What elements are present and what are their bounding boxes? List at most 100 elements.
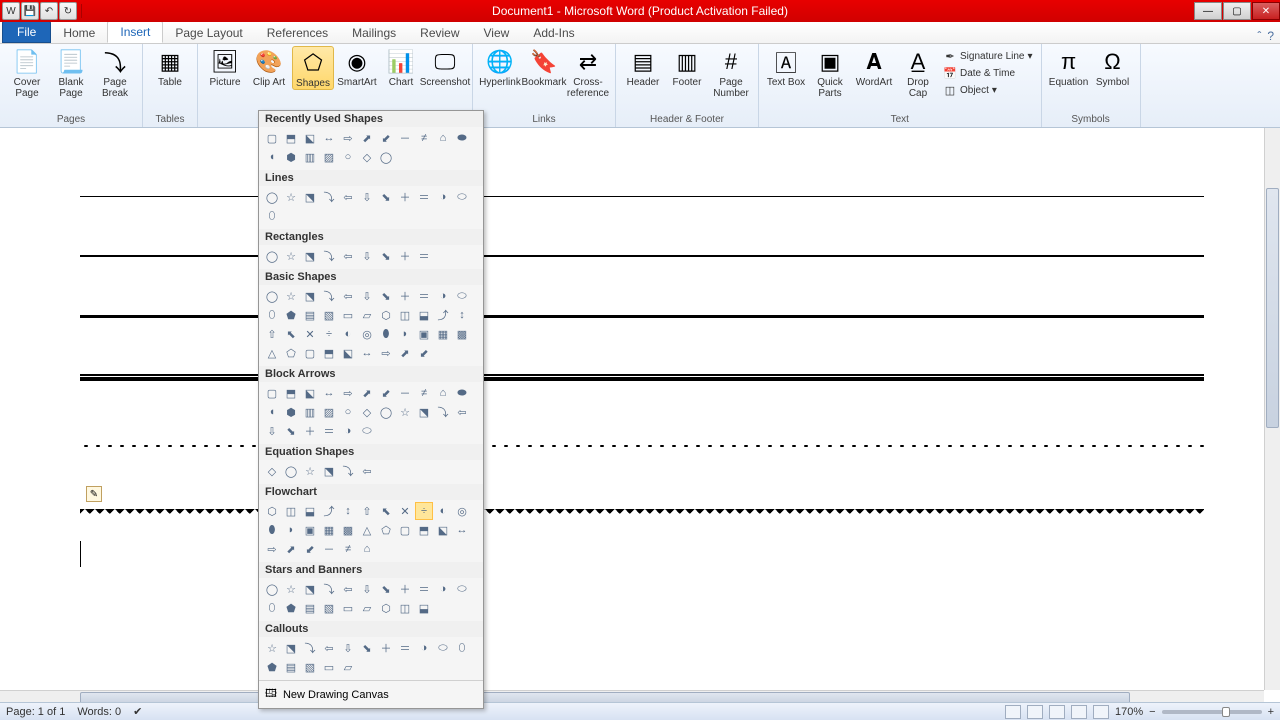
shape-item[interactable]: ＝ <box>415 247 433 265</box>
shape-item[interactable]: △ <box>263 344 281 362</box>
shape-item[interactable]: ☆ <box>282 247 300 265</box>
shape-item[interactable]: ⬟ <box>282 599 300 617</box>
close-button[interactable]: ✕ <box>1252 2 1280 20</box>
shape-item[interactable]: ≠ <box>339 540 357 558</box>
shape-item[interactable]: ◯ <box>377 148 395 166</box>
shape-item[interactable]: ▤ <box>301 306 319 324</box>
picture-button[interactable]: 🖼Picture <box>204 46 246 88</box>
tab-view[interactable]: View <box>472 23 522 43</box>
shape-item[interactable]: ◫ <box>396 306 414 324</box>
shape-item[interactable]: ⬔ <box>282 639 300 657</box>
shape-item[interactable]: － <box>396 384 414 402</box>
view-outline[interactable] <box>1071 705 1087 719</box>
blank-page-button[interactable]: 📃Blank Page <box>50 46 92 99</box>
shape-item[interactable]: ◇ <box>263 462 281 480</box>
shape-item[interactable]: ▦ <box>320 521 338 539</box>
shape-item[interactable]: ↔ <box>320 129 338 147</box>
shape-item[interactable]: ⬢ <box>282 403 300 421</box>
shape-item[interactable]: ⬕ <box>339 344 357 362</box>
shape-item[interactable]: ⬮ <box>263 521 281 539</box>
view-web-layout[interactable] <box>1049 705 1065 719</box>
shape-item[interactable]: ⇩ <box>263 422 281 440</box>
minimize-ribbon-icon[interactable]: ˆ <box>1257 29 1261 43</box>
shape-item[interactable]: ÷ <box>415 502 433 520</box>
shape-item[interactable]: ⬋ <box>377 384 395 402</box>
view-draft[interactable] <box>1093 705 1109 719</box>
shape-item[interactable]: ☆ <box>263 639 281 657</box>
shape-item[interactable]: ⬯ <box>263 306 281 324</box>
shape-item[interactable]: ⬯ <box>453 639 471 657</box>
shape-item[interactable]: ⤵ <box>320 188 338 206</box>
shape-item[interactable]: ▱ <box>358 306 376 324</box>
shape-item[interactable]: ⬋ <box>415 344 433 362</box>
shape-item[interactable]: ◇ <box>358 148 376 166</box>
shape-item[interactable]: ▥ <box>301 148 319 166</box>
shape-item[interactable]: ⬊ <box>377 247 395 265</box>
shape-item[interactable]: ▭ <box>320 658 338 676</box>
shape-item[interactable]: ◑ <box>434 580 452 598</box>
shape-item[interactable]: ⬬ <box>453 384 471 402</box>
shape-item[interactable]: ⬉ <box>282 325 300 343</box>
header-button[interactable]: ▤Header <box>622 46 664 88</box>
shape-item[interactable]: ↕ <box>339 502 357 520</box>
shape-item[interactable]: ▤ <box>301 599 319 617</box>
shape-item[interactable]: ⬈ <box>358 129 376 147</box>
shape-item[interactable]: ▭ <box>339 599 357 617</box>
text-box-button[interactable]: 🄰Text Box <box>765 46 807 88</box>
proofing-icon[interactable]: ✔ <box>133 705 142 718</box>
smartart-button[interactable]: ◉SmartArt <box>336 46 378 88</box>
screenshot-button[interactable]: 🖵Screenshot <box>424 46 466 88</box>
table-button[interactable]: ▦Table <box>149 46 191 88</box>
shape-item[interactable]: ⬒ <box>282 129 300 147</box>
shape-item[interactable]: ◇ <box>358 403 376 421</box>
tab-mailings[interactable]: Mailings <box>340 23 408 43</box>
drop-cap-button[interactable]: A̲Drop Cap <box>897 46 939 99</box>
shape-item[interactable]: ↔ <box>453 521 471 539</box>
shape-item[interactable]: ◫ <box>396 599 414 617</box>
minimize-button[interactable]: — <box>1194 2 1222 20</box>
shapes-button[interactable]: ⬠Shapes <box>292 46 334 90</box>
shape-item[interactable]: ☆ <box>282 580 300 598</box>
shape-item[interactable]: ⬉ <box>377 502 395 520</box>
shape-item[interactable]: ＝ <box>396 639 414 657</box>
shape-item[interactable]: ◖ <box>263 403 281 421</box>
shape-item[interactable]: ⇨ <box>263 540 281 558</box>
wordart-button[interactable]: 𝐀WordArt <box>853 46 895 88</box>
shape-item[interactable]: ◐ <box>339 325 357 343</box>
shape-item[interactable]: ◖ <box>263 148 281 166</box>
shape-item[interactable]: ◗ <box>396 325 414 343</box>
shape-item[interactable]: ⬯ <box>263 207 281 225</box>
shape-item[interactable]: ＋ <box>377 639 395 657</box>
shape-item[interactable]: ☆ <box>282 287 300 305</box>
document-area[interactable]: ✎ <box>0 128 1264 690</box>
quick-parts-button[interactable]: ▣Quick Parts <box>809 46 851 99</box>
shape-item[interactable]: － <box>320 540 338 558</box>
shape-item[interactable]: ⬒ <box>320 344 338 362</box>
shape-item[interactable]: ⇦ <box>453 403 471 421</box>
shape-item[interactable]: ▢ <box>263 384 281 402</box>
redo-icon[interactable]: ↻ <box>59 2 77 20</box>
shape-item[interactable]: ▱ <box>358 599 376 617</box>
shape-item[interactable]: ✕ <box>301 325 319 343</box>
shape-item[interactable]: ⌂ <box>434 129 452 147</box>
shape-item[interactable]: ▦ <box>434 325 452 343</box>
shape-item[interactable]: ⬈ <box>396 344 414 362</box>
shape-item[interactable]: ⇩ <box>358 287 376 305</box>
cross-reference-button[interactable]: ⇄Cross-reference <box>567 46 609 99</box>
tab-home[interactable]: Home <box>51 23 107 43</box>
shape-item[interactable]: ◯ <box>263 580 281 598</box>
shape-item[interactable]: ▢ <box>301 344 319 362</box>
clip-art-button[interactable]: 🎨Clip Art <box>248 46 290 88</box>
shape-item[interactable]: ⬢ <box>282 148 300 166</box>
shape-item[interactable]: △ <box>358 521 376 539</box>
shape-item[interactable]: ⬈ <box>282 540 300 558</box>
shape-item[interactable]: ⬯ <box>263 599 281 617</box>
shape-item[interactable]: ⬋ <box>377 129 395 147</box>
shape-item[interactable]: ▧ <box>320 599 338 617</box>
tab-page-layout[interactable]: Page Layout <box>163 23 254 43</box>
tab-file[interactable]: File <box>2 21 51 43</box>
maximize-button[interactable]: ▢ <box>1223 2 1251 20</box>
tab-references[interactable]: References <box>255 23 340 43</box>
shape-item[interactable]: ▨ <box>320 403 338 421</box>
shape-item[interactable]: ○ <box>339 403 357 421</box>
